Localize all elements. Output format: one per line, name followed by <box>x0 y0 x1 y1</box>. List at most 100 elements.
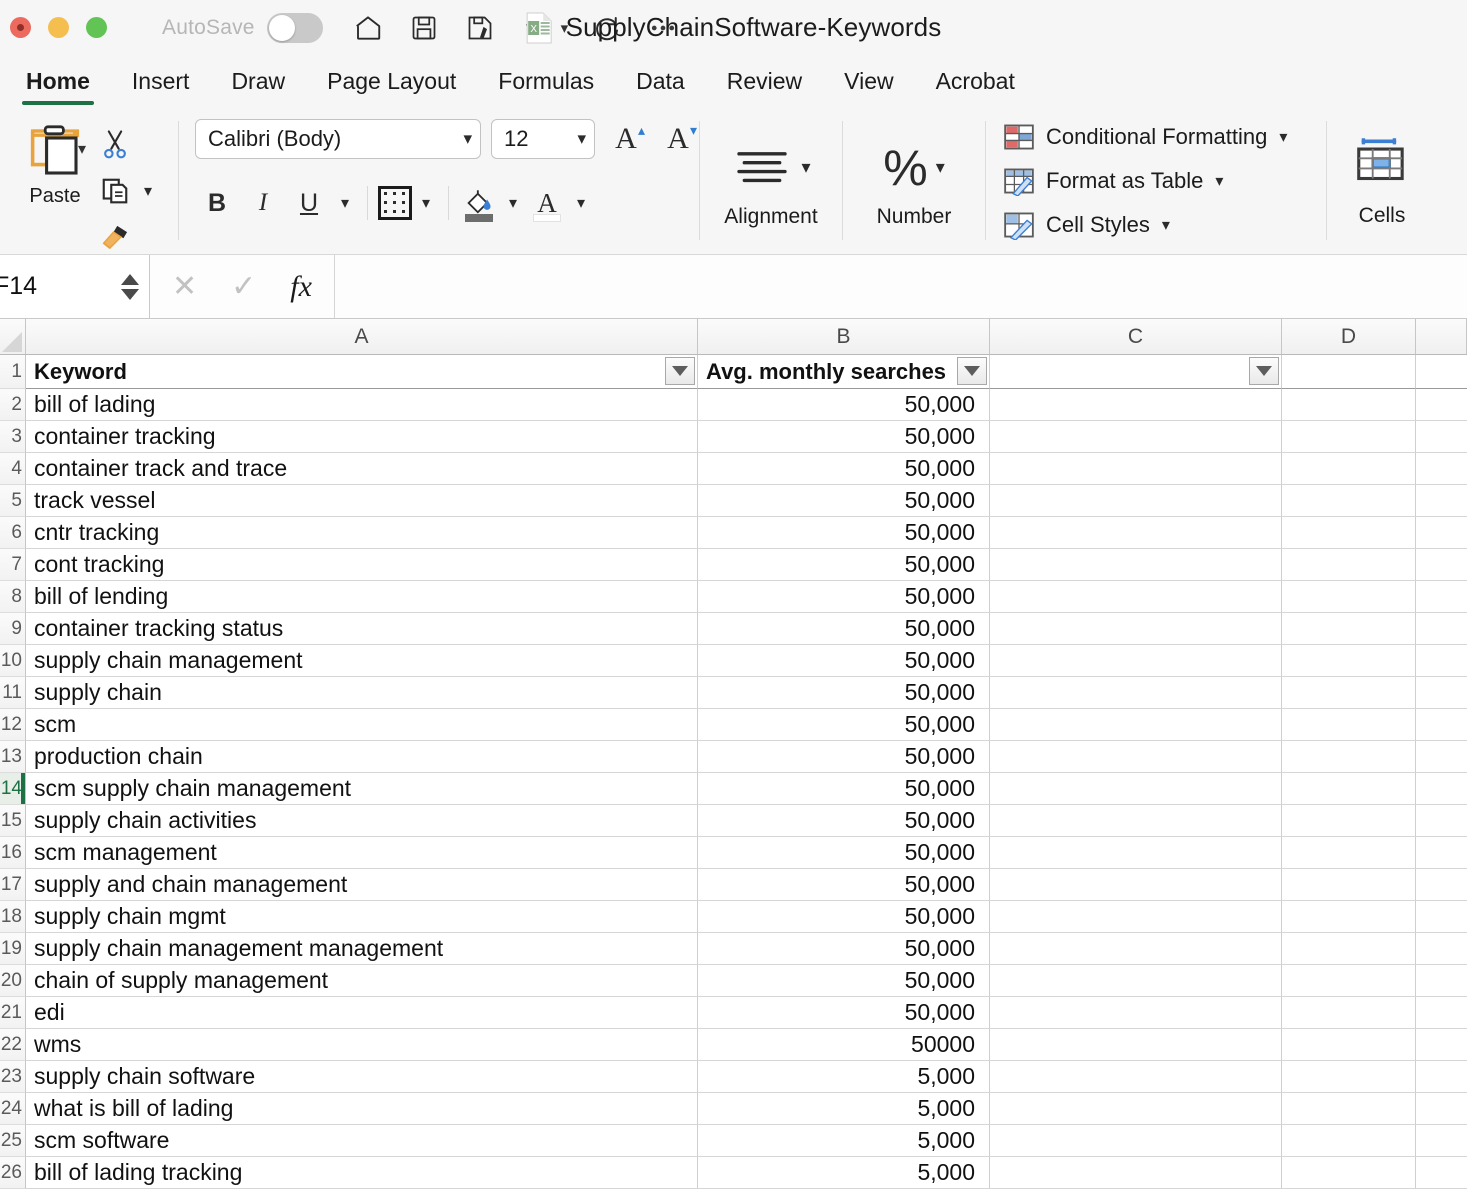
underline-chevron-down-icon[interactable]: ▾ <box>333 193 357 213</box>
cell-d[interactable] <box>1282 1029 1416 1061</box>
cell-d[interactable] <box>1282 549 1416 581</box>
borders-chevron-down-icon[interactable]: ▾ <box>414 193 438 213</box>
cell-keyword[interactable]: scm <box>26 709 698 741</box>
format-as-table-chevron-down-icon[interactable]: ▾ <box>1215 171 1223 191</box>
cell-d[interactable] <box>1282 709 1416 741</box>
cell-keyword[interactable]: supply and chain management <box>26 869 698 901</box>
cell-e[interactable] <box>1416 485 1467 517</box>
minimize-window-button[interactable] <box>48 17 69 38</box>
cell-keyword[interactable]: supply chain activities <box>26 805 698 837</box>
cell-c[interactable] <box>990 869 1282 901</box>
cell-c[interactable] <box>990 645 1282 677</box>
enter-formula-button[interactable]: ✓ <box>231 269 256 304</box>
font-name-chevron-down-icon[interactable]: ▾ <box>463 129 472 149</box>
name-box[interactable]: F14 <box>0 255 150 318</box>
cell-c[interactable] <box>990 389 1282 421</box>
tab-page-layout[interactable]: Page Layout <box>309 64 474 107</box>
cell-c[interactable] <box>990 1157 1282 1189</box>
row-header[interactable]: 19 <box>0 933 26 965</box>
tab-home[interactable]: Home <box>8 64 108 107</box>
row-header[interactable]: 17 <box>0 869 26 901</box>
row-header[interactable]: 1 <box>0 355 26 389</box>
row-header[interactable]: 10 <box>0 645 26 677</box>
conditional-formatting-button[interactable]: Conditional Formatting ▾ <box>1004 120 1287 154</box>
cell-d[interactable] <box>1282 965 1416 997</box>
formula-input[interactable] <box>333 255 1467 318</box>
cell-e[interactable] <box>1416 581 1467 613</box>
cell-c[interactable] <box>990 965 1282 997</box>
conditional-formatting-chevron-down-icon[interactable]: ▾ <box>1279 127 1287 147</box>
cell-e[interactable] <box>1416 389 1467 421</box>
cell-e[interactable] <box>1416 965 1467 997</box>
cell-styles-button[interactable]: Cell Styles ▾ <box>1004 208 1170 242</box>
cell-searches[interactable]: 50,000 <box>698 869 990 901</box>
cell-e[interactable] <box>1416 1157 1467 1189</box>
cell-searches[interactable]: 50,000 <box>698 517 990 549</box>
copy-button[interactable]: ▾ <box>100 169 160 213</box>
cell-d[interactable] <box>1282 421 1416 453</box>
cell-d[interactable] <box>1282 645 1416 677</box>
save-icon[interactable] <box>407 11 441 45</box>
cell-c[interactable] <box>990 421 1282 453</box>
decrease-font-size-button[interactable]: A ▾ <box>657 118 699 160</box>
column-header-e[interactable] <box>1416 319 1467 354</box>
row-header[interactable]: 18 <box>0 901 26 933</box>
cell-c[interactable] <box>990 901 1282 933</box>
close-window-button[interactable] <box>10 17 31 38</box>
fill-color-button[interactable] <box>459 182 499 224</box>
cell-searches[interactable]: 50,000 <box>698 645 990 677</box>
font-color-chevron-down-icon[interactable]: ▾ <box>569 193 593 213</box>
cell-keyword[interactable]: chain of supply management <box>26 965 698 997</box>
cell-keyword[interactable]: cntr tracking <box>26 517 698 549</box>
cell-c[interactable] <box>990 773 1282 805</box>
row-header[interactable]: 3 <box>0 421 26 453</box>
cell-keyword[interactable]: scm supply chain management <box>26 773 698 805</box>
font-name-select[interactable]: Calibri (Body) ▾ <box>195 119 481 159</box>
tab-acrobat[interactable]: Acrobat <box>918 64 1033 107</box>
cell-e[interactable] <box>1416 773 1467 805</box>
cell-searches[interactable]: 50,000 <box>698 837 990 869</box>
cell-d[interactable] <box>1282 901 1416 933</box>
cell-d[interactable] <box>1282 613 1416 645</box>
column-header-b[interactable]: B <box>698 319 990 354</box>
cell-d[interactable] <box>1282 997 1416 1029</box>
chevron-down-icon[interactable] <box>121 288 139 300</box>
cell-searches[interactable]: 50,000 <box>698 933 990 965</box>
cell-d[interactable] <box>1282 1061 1416 1093</box>
row-header[interactable]: 13 <box>0 741 26 773</box>
row-header[interactable]: 6 <box>0 517 26 549</box>
cell-keyword[interactable]: production chain <box>26 741 698 773</box>
cell-e[interactable] <box>1416 613 1467 645</box>
cell-c[interactable] <box>990 517 1282 549</box>
column-header-a[interactable]: A <box>26 319 698 354</box>
cell-keyword[interactable]: bill of lading tracking <box>26 1157 698 1189</box>
cell-searches[interactable]: 50,000 <box>698 741 990 773</box>
select-all-button[interactable] <box>0 319 26 354</box>
cell-d[interactable] <box>1282 1125 1416 1157</box>
cell-d[interactable] <box>1282 741 1416 773</box>
font-size-select[interactable]: 12 ▾ <box>491 119 595 159</box>
cell-c[interactable] <box>990 1029 1282 1061</box>
cell-searches[interactable]: 50,000 <box>698 453 990 485</box>
tab-review[interactable]: Review <box>709 64 820 107</box>
cell-e[interactable] <box>1416 1029 1467 1061</box>
cell-e[interactable] <box>1416 1093 1467 1125</box>
cell-keyword[interactable]: bill of lading <box>26 389 698 421</box>
cell-e[interactable] <box>1416 741 1467 773</box>
tab-formulas[interactable]: Formulas <box>480 64 612 107</box>
cell-d1[interactable] <box>1282 355 1416 389</box>
cell-c[interactable] <box>990 581 1282 613</box>
row-header[interactable]: 25 <box>0 1125 26 1157</box>
cell-e[interactable] <box>1416 677 1467 709</box>
row-header[interactable]: 2 <box>0 389 26 421</box>
cell-c[interactable] <box>990 837 1282 869</box>
cell-d[interactable] <box>1282 837 1416 869</box>
tab-view[interactable]: View <box>826 64 911 107</box>
cell-d[interactable] <box>1282 933 1416 965</box>
cell-c1[interactable] <box>990 355 1282 389</box>
row-header[interactable]: 5 <box>0 485 26 517</box>
cell-keyword[interactable]: container tracking <box>26 421 698 453</box>
increase-font-size-button[interactable]: A ▴ <box>605 118 647 160</box>
row-header[interactable]: 23 <box>0 1061 26 1093</box>
cell-keyword[interactable]: scm management <box>26 837 698 869</box>
